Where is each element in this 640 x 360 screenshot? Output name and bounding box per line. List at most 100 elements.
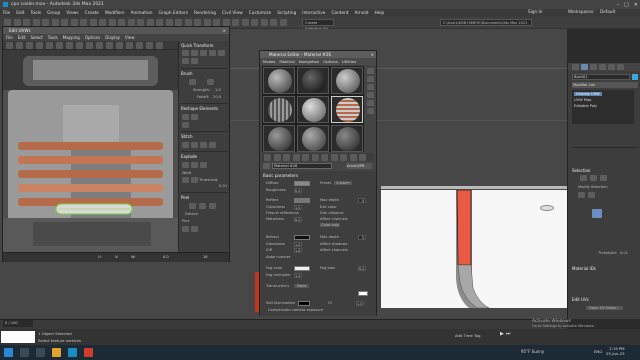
options-icon[interactable] bbox=[367, 108, 374, 114]
refract-swatch[interactable] bbox=[294, 235, 310, 240]
align-u-icon[interactable] bbox=[182, 50, 189, 56]
view-cube-icon[interactable] bbox=[540, 205, 554, 211]
material-close-icon[interactable]: ✕ bbox=[371, 52, 374, 57]
file-explorer-icon[interactable] bbox=[52, 348, 61, 357]
affect-channels-dropdown[interactable]: Color only bbox=[320, 223, 341, 227]
browser-icon[interactable] bbox=[84, 348, 93, 357]
toolbar-tool-icon[interactable] bbox=[165, 19, 173, 26]
menu-group[interactable]: Group bbox=[47, 11, 60, 16]
play-icon[interactable]: ▶ bbox=[500, 331, 504, 338]
reflect-swatch[interactable] bbox=[294, 198, 310, 203]
uvw-tool-icon[interactable] bbox=[126, 42, 133, 49]
refract-glossiness-value[interactable]: 1.0 bbox=[294, 242, 302, 247]
uvw-tool-icon[interactable] bbox=[26, 42, 33, 49]
toolbar-tool-icon[interactable] bbox=[89, 19, 97, 26]
task-view-icon[interactable] bbox=[36, 348, 45, 357]
search-icon[interactable] bbox=[20, 348, 29, 357]
translucency-swatch[interactable] bbox=[358, 291, 368, 296]
peel-header[interactable]: Peel bbox=[181, 195, 189, 200]
peel-mode-icon[interactable] bbox=[199, 203, 206, 209]
straighten-icon[interactable] bbox=[182, 114, 189, 120]
toolbar-tool-icon[interactable] bbox=[23, 19, 30, 26]
toolbar-tool-icon[interactable] bbox=[175, 19, 182, 26]
menu-scripting[interactable]: Scripting bbox=[277, 11, 296, 16]
mat-menu-navigation[interactable]: Navigation bbox=[299, 59, 319, 64]
menu-content[interactable]: Content bbox=[331, 11, 348, 16]
next-frame-icon[interactable]: ⏭ bbox=[506, 331, 511, 338]
uvw-tool-icon[interactable] bbox=[6, 42, 13, 49]
video-color-icon[interactable] bbox=[367, 100, 374, 106]
pick-material-icon[interactable] bbox=[263, 163, 270, 169]
modifier-list-dropdown[interactable]: Modifier List bbox=[572, 82, 638, 88]
maximize-icon[interactable]: □ bbox=[624, 2, 629, 8]
menu-arnold[interactable]: Arnold bbox=[355, 11, 369, 16]
uvw-tool-icon[interactable] bbox=[86, 42, 93, 49]
toolbar-tool-icon[interactable] bbox=[260, 19, 268, 26]
material-slot[interactable] bbox=[331, 125, 363, 152]
toolbar-tool-icon[interactable] bbox=[61, 19, 68, 26]
weld-selected-icon[interactable] bbox=[182, 177, 189, 183]
material-tool-icon[interactable] bbox=[349, 153, 357, 161]
material-tool-icon[interactable] bbox=[330, 153, 338, 161]
reflect-depth-value[interactable]: 5 bbox=[358, 198, 366, 203]
quick-peel-icon[interactable] bbox=[189, 203, 196, 209]
fog-color-swatch[interactable] bbox=[294, 266, 310, 271]
uvw-canvas[interactable] bbox=[3, 50, 178, 252]
sign-in-link[interactable]: Sign In bbox=[528, 9, 542, 14]
uvw-menu-edit[interactable]: Edit bbox=[18, 35, 26, 40]
glossiness-value[interactable]: 1.0 bbox=[294, 205, 302, 210]
polygon-mode-icon[interactable] bbox=[600, 175, 607, 181]
uvw-tool-icon[interactable] bbox=[146, 42, 153, 49]
toolbar-tool-icon[interactable] bbox=[70, 19, 78, 26]
material-tool-icon[interactable] bbox=[283, 153, 290, 161]
toolbar-tool-icon[interactable] bbox=[251, 19, 258, 26]
toolbar-tool-icon[interactable] bbox=[156, 19, 163, 26]
material-slot[interactable] bbox=[263, 125, 295, 152]
space-h-icon[interactable] bbox=[182, 58, 189, 64]
uvw-tool-icon[interactable] bbox=[116, 42, 123, 49]
object-name-field[interactable]: Box001 bbox=[572, 74, 630, 80]
material-tool-icon[interactable] bbox=[302, 153, 309, 161]
stitch-source-icon[interactable] bbox=[200, 142, 207, 148]
metalness-value[interactable]: 0.0 bbox=[294, 217, 302, 222]
toolbar-tool-icon[interactable] bbox=[270, 19, 277, 26]
toolbar-tool-icon[interactable] bbox=[108, 19, 116, 26]
toolbar-tool-icon[interactable] bbox=[118, 19, 125, 26]
relax-brush-icon[interactable] bbox=[207, 79, 214, 85]
add-time-tag[interactable]: Add Time Tag bbox=[455, 333, 480, 338]
toolbar-tool-icon[interactable] bbox=[241, 19, 249, 26]
project-path-field[interactable]: C:\Users\EDB HIMEYE\Documents\3ds Max 20… bbox=[440, 19, 532, 26]
minimize-icon[interactable]: – bbox=[617, 2, 620, 8]
brush-header[interactable]: Brush bbox=[181, 71, 193, 76]
material-tool-icon[interactable] bbox=[321, 153, 328, 161]
detach-checkbox[interactable]: Detach bbox=[185, 212, 198, 216]
hierarchy-tab-icon[interactable] bbox=[590, 64, 597, 70]
uvw-menu-mapping[interactable]: Mapping bbox=[63, 35, 80, 40]
toolbar-tool-icon[interactable] bbox=[184, 19, 192, 26]
menu-animation[interactable]: Animation bbox=[131, 11, 153, 16]
menu-rendering[interactable]: Rendering bbox=[194, 11, 216, 16]
windows-start-icon[interactable] bbox=[4, 348, 13, 357]
strength-value[interactable]: 1.0 bbox=[215, 88, 221, 92]
select-by-element-icon[interactable] bbox=[592, 209, 602, 218]
material-tool-icon[interactable] bbox=[340, 153, 347, 161]
workspaces-dropdown[interactable]: Default bbox=[600, 9, 615, 14]
menu-customize[interactable]: Customize bbox=[249, 11, 272, 16]
grow-icon[interactable] bbox=[578, 192, 585, 198]
diffuse-swatch[interactable] bbox=[294, 181, 310, 186]
toolbar-tool-icon[interactable] bbox=[99, 19, 106, 26]
toolbar-tool-icon[interactable] bbox=[4, 19, 11, 26]
material-slot[interactable] bbox=[331, 67, 363, 94]
uvw-menu-options[interactable]: Options bbox=[85, 35, 100, 40]
material-tool-icon[interactable] bbox=[292, 153, 300, 161]
zoom-value[interactable]: 0.0 bbox=[163, 255, 169, 259]
uvw-tool-icon[interactable] bbox=[36, 42, 43, 49]
create-tab-icon[interactable] bbox=[572, 64, 579, 70]
refract-depth-value[interactable]: 5 bbox=[358, 235, 366, 240]
fog-multiplier-value[interactable]: 1.0 bbox=[294, 273, 302, 278]
toolbar-tool-icon[interactable] bbox=[203, 19, 211, 26]
threshold-value[interactable]: 0.01 bbox=[620, 251, 628, 255]
toolbar-tool-icon[interactable] bbox=[137, 19, 144, 26]
stitch-custom-icon[interactable] bbox=[209, 142, 216, 148]
stitch-header[interactable]: Stitch bbox=[181, 134, 193, 139]
